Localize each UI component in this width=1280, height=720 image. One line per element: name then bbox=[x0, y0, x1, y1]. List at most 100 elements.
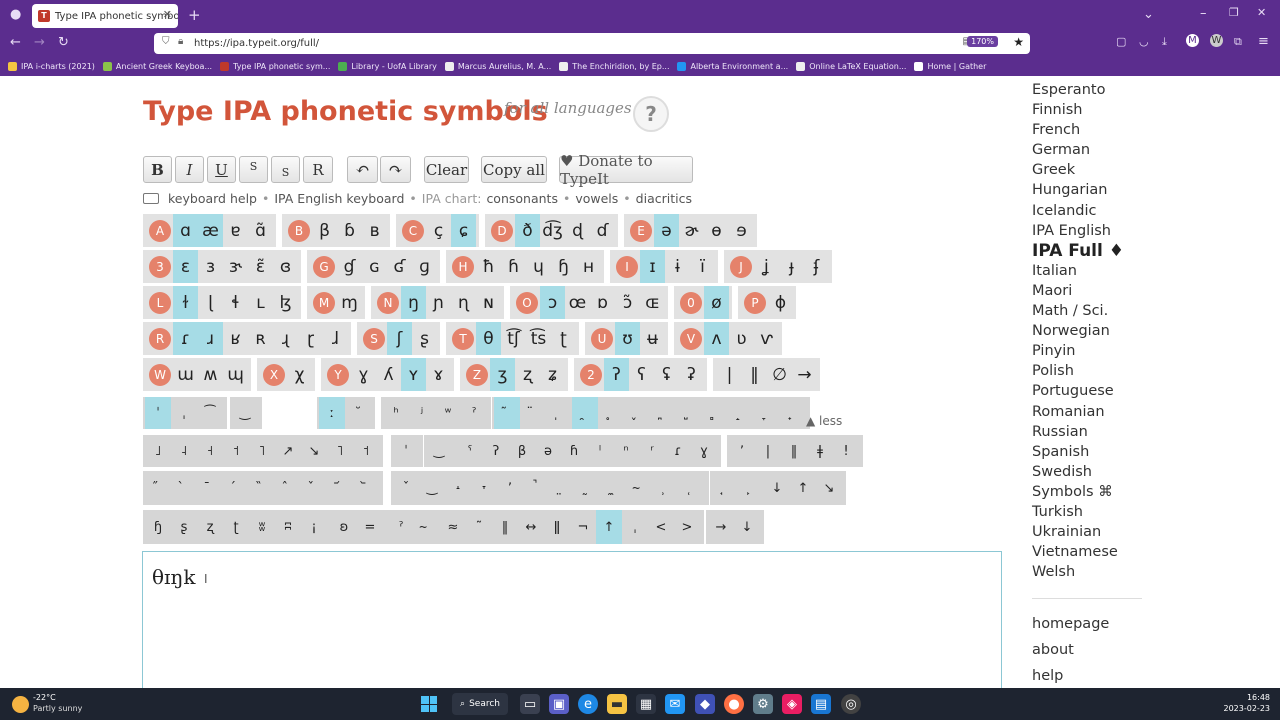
symbol-key[interactable]: ǂ bbox=[807, 435, 833, 467]
copy-all-button[interactable]: Copy all bbox=[481, 156, 547, 183]
ipa-key[interactable]: ʂ bbox=[412, 322, 437, 355]
bookmark-item[interactable]: Online LaTeX Equation... bbox=[796, 62, 906, 71]
ipa-key[interactable]: ʉ bbox=[640, 322, 665, 355]
symbol-key[interactable]: ̬ bbox=[624, 397, 650, 429]
symbol-key[interactable]: | bbox=[755, 435, 781, 467]
ipa-key[interactable]: ɐ bbox=[223, 214, 248, 247]
ipa-key[interactable]: ∅ bbox=[767, 358, 792, 391]
symbol-key[interactable]: ᷄ bbox=[327, 471, 353, 505]
ipa-key[interactable]: ʕ bbox=[629, 358, 654, 391]
symbol-key[interactable]: ˀ bbox=[461, 397, 487, 429]
ipa-key[interactable]: ɵ bbox=[704, 214, 729, 247]
symbol-key[interactable]: ɧ bbox=[145, 510, 171, 544]
symbol-key[interactable]: ˤ bbox=[457, 435, 483, 467]
ipa-key[interactable]: ɛ̃ bbox=[248, 250, 273, 283]
homepage-link[interactable]: homepage bbox=[1032, 616, 1109, 632]
symbol-key[interactable]: ̀ bbox=[171, 471, 197, 505]
reload-icon[interactable]: ↻ bbox=[58, 35, 69, 50]
symbol-key[interactable]: ̜ bbox=[679, 471, 705, 505]
symbol-key[interactable]: ǃ bbox=[833, 435, 859, 467]
clear-button[interactable]: Clear bbox=[424, 156, 469, 183]
shield-icon[interactable]: ⛉ bbox=[162, 36, 170, 47]
symbol-key[interactable]: ̰ bbox=[575, 471, 601, 505]
symbol-key[interactable]: ̄ bbox=[197, 471, 223, 505]
symbol-key[interactable]: ͜ bbox=[419, 471, 445, 505]
ipa-key[interactable]: ʜ bbox=[576, 250, 601, 283]
taskbar-search[interactable]: ⌕ Search bbox=[452, 693, 508, 715]
language-link[interactable]: Math / Sci. bbox=[1032, 301, 1192, 321]
symbol-key[interactable]: ́ bbox=[223, 471, 249, 505]
ipa-key[interactable]: ɛ bbox=[173, 250, 198, 283]
ipa-key[interactable]: ɥ bbox=[526, 250, 551, 283]
language-link[interactable]: Russian bbox=[1032, 422, 1192, 442]
language-link[interactable]: Pinyin bbox=[1032, 341, 1192, 361]
symbol-key[interactable]: ‿ bbox=[232, 397, 258, 429]
ipa-key[interactable]: ʄ bbox=[804, 250, 829, 283]
ipa-key[interactable]: ŋ bbox=[401, 286, 426, 319]
language-link[interactable]: Norwegian bbox=[1032, 321, 1192, 341]
bookmark-item[interactable]: Home | Gather bbox=[914, 62, 986, 71]
bookmark-item[interactable]: Alberta Environment a... bbox=[677, 62, 788, 71]
pocket-icon[interactable]: ▢ bbox=[1116, 35, 1126, 48]
menu-icon[interactable]: ≡ bbox=[1258, 34, 1269, 49]
symbol-key[interactable]: ̴ bbox=[414, 510, 440, 544]
ipa-key[interactable]: ɞ bbox=[273, 250, 298, 283]
help-link[interactable]: help bbox=[1032, 668, 1063, 684]
ipa-key[interactable]: ɽ bbox=[298, 322, 323, 355]
ipa-english-link[interactable]: IPA English keyboard bbox=[274, 191, 404, 206]
lock-icon[interactable]: 🔒︎ bbox=[178, 36, 183, 47]
language-link[interactable]: IPA Full ♦ bbox=[1032, 241, 1192, 261]
symbol-key[interactable]: ⁿ bbox=[613, 435, 639, 467]
symbol-key[interactable]: ˩ bbox=[145, 435, 171, 467]
ipa-key[interactable]: ‖ bbox=[742, 358, 767, 391]
language-link[interactable]: Maori bbox=[1032, 281, 1192, 301]
symbol-key[interactable]: ̹ bbox=[653, 471, 679, 505]
symbol-key[interactable]: ̌ bbox=[301, 471, 327, 505]
ipa-key[interactable]: ʐ bbox=[515, 358, 540, 391]
symbol-key[interactable]: ̼ bbox=[601, 471, 627, 505]
ipa-key[interactable]: ɻ bbox=[273, 322, 298, 355]
ipa-key[interactable]: ø bbox=[704, 286, 729, 319]
symbol-key[interactable]: ‿ bbox=[426, 435, 452, 467]
language-link[interactable]: Swedish bbox=[1032, 462, 1192, 482]
italic-button[interactable]: I bbox=[175, 156, 204, 183]
symbol-key[interactable]: ↑ bbox=[596, 510, 622, 544]
symbol-key[interactable]: ˨ bbox=[171, 435, 197, 467]
bookmark-item[interactable]: The Enchiridion, by Ep... bbox=[559, 62, 669, 71]
language-link[interactable]: Spanish bbox=[1032, 442, 1192, 462]
ipa-key[interactable]: ɧ bbox=[551, 250, 576, 283]
ipa-key[interactable]: ɫ bbox=[173, 286, 198, 319]
symbol-key[interactable]: ɦ bbox=[561, 435, 587, 467]
symbol-key[interactable]: ̙ bbox=[738, 471, 764, 505]
edge-icon[interactable]: e bbox=[578, 694, 598, 714]
language-link[interactable]: Welsh bbox=[1032, 562, 1192, 582]
account-icon[interactable]: M bbox=[1186, 34, 1199, 47]
ipa-key[interactable]: ʀ bbox=[248, 322, 273, 355]
language-link[interactable]: Icelandic bbox=[1032, 201, 1192, 221]
language-link[interactable]: Polish bbox=[1032, 361, 1192, 381]
ipa-key[interactable]: ɯ bbox=[173, 358, 198, 391]
language-link[interactable]: Vietnamese bbox=[1032, 542, 1192, 562]
language-link[interactable]: Turkish bbox=[1032, 502, 1192, 522]
document-icon[interactable]: ▤ bbox=[811, 694, 831, 714]
close-window-icon[interactable]: ✕ bbox=[1257, 6, 1266, 19]
symbol-key[interactable]: ‖ bbox=[781, 435, 807, 467]
ipa-key[interactable]: ʡ bbox=[679, 358, 704, 391]
symbol-key[interactable]: ɣ bbox=[691, 435, 717, 467]
language-link[interactable]: Greek bbox=[1032, 160, 1192, 180]
ipa-key[interactable]: æ bbox=[198, 214, 223, 247]
symbol-key[interactable]: ˈ bbox=[393, 435, 419, 467]
extension-w-icon[interactable]: W bbox=[1210, 34, 1223, 47]
ipa-key[interactable]: ʔ bbox=[604, 358, 629, 391]
weather-icon[interactable] bbox=[12, 696, 29, 713]
ipa-key[interactable]: ʃ bbox=[387, 322, 412, 355]
symbol-key[interactable]: ̥ bbox=[598, 397, 624, 429]
symbol-key[interactable]: ˘ bbox=[345, 397, 371, 429]
language-link[interactable]: French bbox=[1032, 120, 1192, 140]
symbol-key[interactable]: ͡ bbox=[197, 397, 223, 429]
symbol-key[interactable]: ˜ bbox=[466, 510, 492, 544]
file-explorer-icon[interactable]: ▬ bbox=[607, 694, 627, 714]
symbol-key[interactable]: < bbox=[648, 510, 674, 544]
symbol-key[interactable]: ʲ bbox=[409, 397, 435, 429]
ipa-key[interactable]: ɑ bbox=[173, 214, 198, 247]
